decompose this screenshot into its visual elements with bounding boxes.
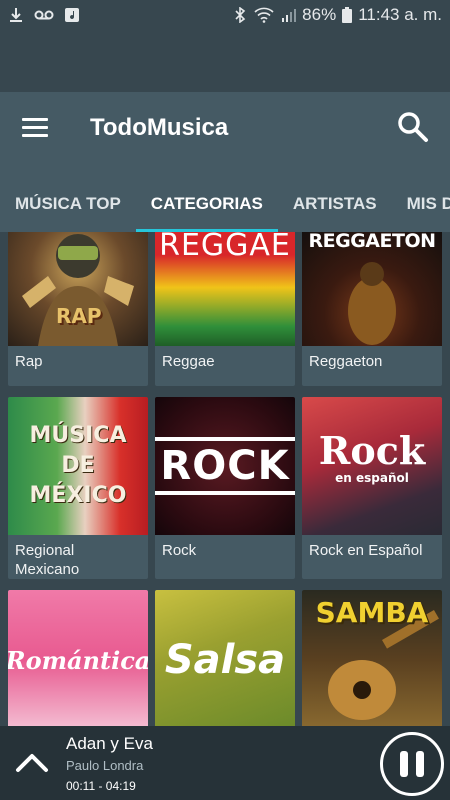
tab-bar: MÚSICA TOP CATEGORIAS ARTISTAS MIS DE [0, 164, 450, 232]
chevron-up-icon[interactable] [14, 748, 50, 776]
pause-icon-bar [416, 751, 424, 777]
status-bar: 86% 11:43 a. m. [0, 0, 450, 30]
category-card-romantica[interactable]: Romántica [8, 590, 148, 726]
category-grid: RAP Rap REGGAE Reggae REGGAETON Reggaeto… [0, 232, 450, 726]
menu-icon[interactable] [22, 118, 48, 138]
category-image: Romántica [8, 590, 148, 726]
category-image: Salsa [155, 590, 295, 726]
empty-banner-area [0, 30, 450, 92]
category-image: SAMBA [302, 590, 442, 726]
category-art-text: Romántica [8, 645, 148, 675]
category-image: REGGAE [155, 232, 295, 346]
category-image: MÚSICA DE MÉXICO [8, 397, 148, 535]
voicemail-icon [34, 7, 54, 23]
category-label: Reggae [162, 353, 215, 370]
track-artist: Paulo Londra [66, 758, 144, 773]
tab-categorias[interactable]: CATEGORIAS [135, 164, 278, 232]
battery-percent: 86% [302, 5, 337, 24]
pause-icon [400, 751, 408, 777]
track-time: 00:11 - 04:19 [66, 779, 136, 793]
category-label: Regional Mexicano [15, 542, 80, 578]
category-label: Rap [15, 353, 43, 370]
category-card-reggaeton[interactable]: REGGAETON Reggaeton [302, 232, 442, 386]
category-card-salsa[interactable]: Salsa [155, 590, 295, 726]
category-art-text: Salsa [164, 637, 286, 683]
category-art-text: RAP [56, 304, 102, 328]
category-card-samba[interactable]: SAMBA [302, 590, 442, 726]
category-image: Rock en español [302, 397, 442, 535]
category-art-subtext: en español [335, 470, 409, 485]
download-icon [8, 7, 24, 23]
category-label: Rock [162, 542, 197, 559]
music-note-icon [64, 7, 80, 23]
category-card-reggae[interactable]: REGGAE Reggae [155, 232, 295, 386]
category-label: Reggaeton [309, 353, 383, 370]
category-card-rock-espanol[interactable]: Rock en español Rock en Español [302, 397, 442, 579]
app-title: TodoMusica [90, 114, 229, 141]
tab-musica-top[interactable]: MÚSICA TOP [0, 164, 136, 232]
category-card-rap[interactable]: RAP Rap [8, 232, 148, 386]
category-card-regional-mexicano[interactable]: MÚSICA DE MÉXICO Regional Mexicano [8, 397, 148, 579]
search-icon[interactable] [396, 110, 430, 144]
clock: 11:43 a. m. [358, 5, 442, 24]
category-label: Rock en Español [309, 542, 423, 559]
tab-mis-de[interactable]: MIS DE [392, 164, 450, 232]
category-art-text: ROCK [160, 443, 290, 489]
pause-button[interactable] [380, 732, 444, 796]
rock-logo-frame: ROCK [155, 437, 295, 495]
battery-icon [342, 7, 353, 23]
category-image: RAP [8, 232, 148, 346]
app-bar: TodoMusica [0, 92, 450, 164]
category-card-rock[interactable]: ROCK Rock [155, 397, 295, 579]
category-art-text: SAMBA [315, 596, 429, 629]
category-image: REGGAETON [302, 232, 442, 346]
category-art-text: Rock [318, 427, 426, 473]
signal-icon [280, 7, 297, 23]
bluetooth-icon [232, 6, 248, 24]
category-image: ROCK [155, 397, 295, 535]
category-art-text: MÚSICA DE MÉXICO [29, 423, 127, 508]
track-title: Adan y Eva [66, 734, 153, 753]
tab-artistas[interactable]: ARTISTAS [278, 164, 392, 232]
mini-player[interactable]: Adan y Eva Paulo Londra 00:11 - 04:19 [0, 726, 450, 800]
category-art-text: REGGAETON [308, 232, 437, 252]
wifi-icon [254, 7, 274, 23]
category-art-text: REGGAE [159, 232, 291, 263]
